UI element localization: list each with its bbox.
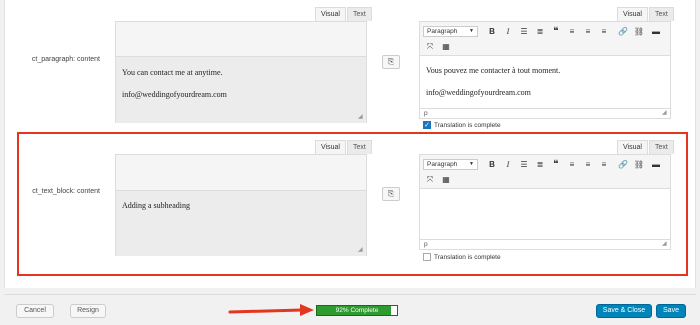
source-paragraph: info@weddingofyourdream.com [122,90,227,99]
progress-text: 92% Complete [335,307,379,314]
editor-path: p [420,108,670,118]
translation-complete-toggle[interactable]: ✓ Translation is complete [423,121,501,129]
tab-visual[interactable]: Visual [617,7,648,21]
bold-icon[interactable]: B [486,26,498,38]
italic-icon[interactable]: I [502,26,514,38]
translation-progress-bar: 92% Complete [316,305,398,316]
source-content: You can contact me at anytime. info@wedd… [116,57,366,123]
field-label: ct_paragraph: content [31,56,100,63]
blockquote-icon[interactable]: ❝ [550,26,562,38]
bullet-list-icon[interactable]: ☰ [518,26,530,38]
resign-button[interactable]: Resign [70,304,106,318]
cancel-button[interactable]: Cancel [16,304,54,318]
fullscreen-icon[interactable]: ⤧ [424,41,436,53]
resize-handle-icon[interactable]: ◢ [358,114,364,120]
translation-editor: Paragraph ▼ B I ☰ ≣ ❝ ≡ ≡ ≡ 🔗 ⛓ ▬ ⤧ ▦ Vou… [419,21,671,119]
link-icon[interactable]: 🔗 [617,26,629,38]
translation-content[interactable]: Vous pouvez me contacter à tout moment. … [420,56,670,108]
tab-text[interactable]: Text [648,7,674,21]
align-center-icon[interactable]: ≡ [582,26,594,38]
translation-paragraph: info@weddingofyourdream.com [426,88,531,97]
copy-original-button[interactable]: ⎘ [382,55,400,69]
format-select[interactable]: Paragraph ▼ [423,26,478,37]
unlink-icon[interactable]: ⛓ [633,26,645,38]
tab-visual[interactable]: Visual [315,7,346,21]
align-left-icon[interactable]: ≡ [566,26,578,38]
source-toolbar [116,22,366,57]
translation-editor-tabs: Visual Text [616,7,674,21]
save-and-close-button[interactable]: Save & Close [596,304,652,318]
copy-icon: ⎘ [387,57,395,66]
read-more-icon[interactable]: ▬ [650,26,662,38]
translation-complete-label: Translation is complete [434,121,501,129]
source-editor: You can contact me at anytime. info@wedd… [115,21,367,123]
field-row-ct-paragraph: ct_paragraph: content Visual Text You ca… [5,0,695,130]
arrow-icon [228,304,314,316]
save-button[interactable]: Save [656,304,686,318]
source-editor-tabs: Visual Text [314,7,372,21]
translation-toolbar: Paragraph ▼ B I ☰ ≣ ❝ ≡ ≡ ≡ 🔗 ⛓ ▬ ⤧ ▦ [420,22,670,56]
translation-complete-checkbox[interactable]: ✓ [423,121,431,129]
translation-paragraph: Vous pouvez me contacter à tout moment. [426,66,561,75]
numbered-list-icon[interactable]: ≣ [534,26,546,38]
align-right-icon[interactable]: ≡ [598,26,610,38]
highlight-box [17,132,688,276]
kitchen-sink-icon[interactable]: ▦ [440,41,452,53]
source-paragraph: You can contact me at anytime. [122,68,223,77]
translation-panel: ct_paragraph: content Visual Text You ca… [4,0,696,288]
resize-handle-icon[interactable]: ◢ [662,110,668,116]
footer-bar: Cancel Resign 92% Complete Save & Close … [4,294,696,325]
tab-text[interactable]: Text [346,7,372,21]
